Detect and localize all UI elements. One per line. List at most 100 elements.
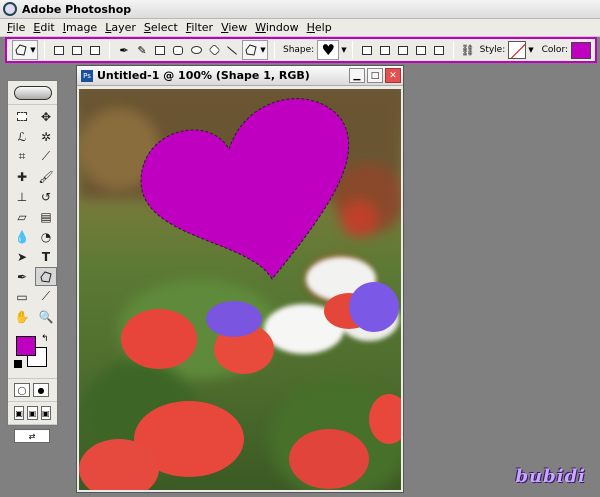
ellipse-tool-button[interactable]: [188, 42, 204, 58]
pen-tool-button[interactable]: ✒: [116, 42, 132, 58]
swap-colors-icon[interactable]: ↰: [41, 334, 49, 344]
create-new-shape-area-button[interactable]: [359, 42, 375, 58]
maximize-button[interactable]: □: [367, 68, 383, 83]
custom-shape-tool[interactable]: [35, 267, 57, 286]
blur-icon: 💧: [14, 229, 30, 244]
custom-shape-tool-button[interactable]: ▼: [242, 40, 268, 60]
freeform-pen-button[interactable]: ✎: [134, 42, 150, 58]
gradient-icon: ▤: [40, 209, 52, 224]
line-tool-button[interactable]: [224, 42, 240, 58]
menu-layer[interactable]: Layer: [101, 21, 140, 34]
marquee-icon: [17, 112, 27, 121]
document-canvas[interactable]: [79, 89, 401, 490]
quick-mask-row: ◯ ●: [8, 378, 57, 401]
healing-brush-tool[interactable]: ✚: [11, 167, 33, 186]
jump-to-imageready-button[interactable]: ⇄: [14, 429, 50, 443]
toolbox-header[interactable]: [8, 81, 57, 105]
standard-screen-mode-button[interactable]: ▣: [14, 406, 25, 420]
slice-tool[interactable]: ⟋: [35, 147, 57, 166]
notes-tool[interactable]: ▭: [11, 287, 33, 306]
add-to-shape-area-button[interactable]: [377, 42, 393, 58]
menu-select[interactable]: Select: [140, 21, 182, 34]
options-divider: [274, 41, 275, 59]
menu-file[interactable]: File: [3, 21, 29, 34]
eyedropper-tool[interactable]: ⟋: [35, 287, 57, 306]
move-tool[interactable]: ✥: [35, 107, 57, 126]
screen-mode-icon: ▣: [15, 408, 23, 418]
menu-help[interactable]: Help: [303, 21, 336, 34]
history-brush-tool[interactable]: ↺: [35, 187, 57, 206]
gradient-tool[interactable]: ▤: [35, 207, 57, 226]
maximize-icon: □: [370, 70, 380, 81]
eyedropper-icon: ⟋: [41, 289, 51, 303]
foreground-color-swatch[interactable]: [16, 336, 36, 356]
menu-view[interactable]: View: [217, 21, 251, 34]
default-colors-icon[interactable]: [14, 360, 22, 368]
heart-shape-icon: ♥: [321, 40, 335, 59]
hand-tool[interactable]: ✋: [11, 307, 33, 326]
blur-tool[interactable]: 💧: [11, 227, 33, 246]
custom-shape-icon: [15, 44, 27, 56]
hand-icon: ✋: [14, 309, 30, 324]
type-tool[interactable]: T: [35, 247, 57, 266]
intersect-shape-area-icon: [415, 45, 426, 55]
link-layer-style-button[interactable]: ⛓: [460, 42, 476, 58]
pen-icon: ✒: [119, 43, 129, 57]
tool-preset-picker[interactable]: ▼: [12, 40, 38, 60]
lasso-tool[interactable]: ℒ: [11, 127, 33, 146]
color-swatch[interactable]: [571, 41, 592, 59]
screen-mode-icon: ▣: [42, 408, 50, 418]
shape-dropdown-chevron-icon[interactable]: ▼: [341, 46, 346, 54]
menu-filter[interactable]: Filter: [182, 21, 217, 34]
marquee-tool[interactable]: [11, 107, 33, 126]
dodge-tool[interactable]: ◔: [35, 227, 57, 246]
menu-edit[interactable]: Edit: [29, 21, 58, 34]
quick-mask-mode-button[interactable]: ●: [33, 383, 49, 397]
crop-tool[interactable]: ⌗: [11, 147, 33, 166]
subtract-shape-area-button[interactable]: [395, 42, 411, 58]
path-selection-tool[interactable]: ➤: [11, 247, 33, 266]
close-button[interactable]: ✕: [385, 68, 401, 83]
shape-layers-button[interactable]: [51, 42, 67, 58]
zoom-tool[interactable]: 🔍: [35, 307, 57, 326]
fill-pixels-button[interactable]: [87, 42, 103, 58]
photoshop-feather-icon: [13, 85, 52, 100]
menu-window[interactable]: Window: [251, 21, 302, 34]
standard-mode-icon: ◯: [17, 385, 27, 395]
custom-shape-icon: [40, 270, 52, 283]
fullscreen-mode-button[interactable]: ▣: [40, 406, 51, 420]
document-titlebar[interactable]: Ps Untitled-1 @ 100% (Shape 1, RGB) ▁ □ …: [77, 66, 403, 86]
fullscreen-menu-mode-button[interactable]: ▣: [27, 406, 38, 420]
freeform-pen-icon: ✎: [137, 43, 147, 57]
menu-image[interactable]: Image: [59, 21, 101, 34]
shape-picker[interactable]: ♥: [317, 40, 340, 60]
magic-wand-tool[interactable]: ✲: [35, 127, 57, 146]
style-dropdown-chevron-icon[interactable]: ▼: [528, 46, 533, 54]
polygon-tool-button[interactable]: [206, 42, 222, 58]
standard-mode-button[interactable]: ◯: [14, 383, 30, 397]
rectangle-tool-button[interactable]: [152, 42, 168, 58]
brush-tool[interactable]: 🖌: [35, 167, 57, 186]
exclude-shape-area-icon: [433, 45, 444, 55]
shape-label: Shape:: [283, 45, 315, 55]
ellipse-icon: [190, 46, 202, 54]
eraser-tool[interactable]: ▱: [11, 207, 33, 226]
intersect-shape-area-button[interactable]: [413, 42, 429, 58]
style-picker[interactable]: [508, 41, 527, 59]
jump-to-row: ⇄: [8, 424, 57, 447]
pen-tool[interactable]: ✒: [11, 267, 33, 286]
minimize-button[interactable]: ▁: [349, 68, 365, 83]
add-shape-area-icon: [379, 45, 390, 55]
paths-button[interactable]: [69, 42, 85, 58]
document-icon: Ps: [81, 69, 93, 82]
exclude-shape-area-button[interactable]: [431, 42, 447, 58]
clone-stamp-tool[interactable]: ⊥: [11, 187, 33, 206]
color-label: Color:: [541, 45, 569, 55]
link-icon: ⛓: [460, 43, 475, 57]
rounded-rect-tool-button[interactable]: [170, 42, 186, 58]
photoshop-app-icon: [3, 2, 17, 16]
screen-mode-row: ▣ ▣ ▣: [8, 401, 57, 424]
document-window: Ps Untitled-1 @ 100% (Shape 1, RGB) ▁ □ …: [76, 65, 404, 493]
eraser-icon: ▱: [17, 209, 27, 224]
menu-bar: File Edit Image Layer Select Filter View…: [0, 19, 600, 37]
